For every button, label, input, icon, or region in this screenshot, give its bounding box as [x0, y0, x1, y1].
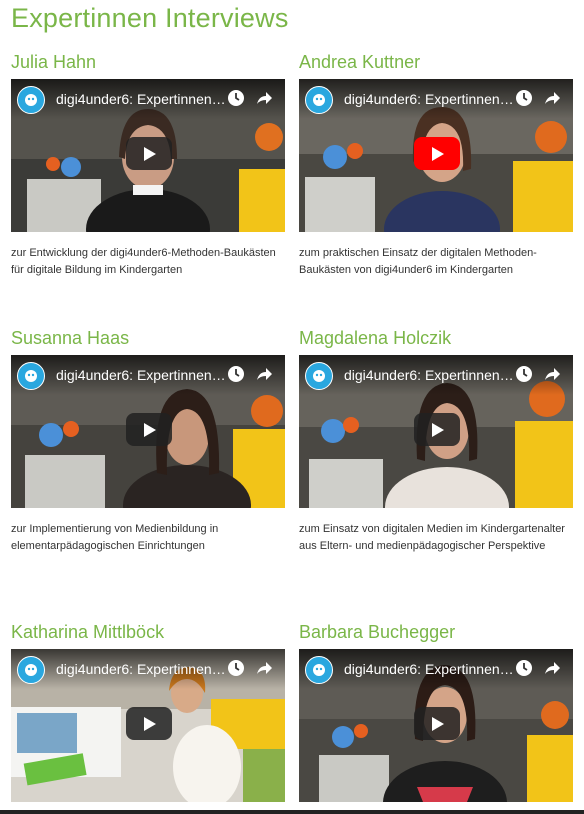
digi4under6-channel-logo-icon[interactable]	[305, 86, 333, 114]
share-arrow-icon[interactable]	[543, 659, 561, 677]
interview-description: zur Implementierung von Medienbildung in…	[11, 523, 219, 552]
video-player[interactable]: digi4under6: Expertinnen-...	[299, 79, 573, 232]
video-title[interactable]: digi4under6: Expertinnen-...	[344, 367, 514, 383]
interviewee-name: Susanna Haas	[11, 328, 130, 348]
clock-icon[interactable]	[227, 365, 245, 383]
video-player[interactable]: digi4under6: Expertinnen-...	[299, 355, 573, 508]
play-icon[interactable]	[126, 707, 172, 740]
digi4under6-channel-logo-icon[interactable]	[17, 86, 45, 114]
interviewee-name: Julia Hahn	[11, 52, 97, 72]
video-title[interactable]: digi4under6: Expertinnen-...	[56, 367, 226, 383]
clock-icon[interactable]	[227, 659, 245, 677]
play-icon[interactable]	[126, 413, 172, 446]
page-bottom-divider	[0, 810, 584, 814]
interviewee-name: Magdalena Holczik	[299, 328, 452, 348]
interviewee-name: Barbara Buchegger	[299, 622, 456, 642]
video-player[interactable]: digi4under6: Expertinnen-...	[11, 649, 285, 802]
interview-description: zur Entwicklung der digi4under6-Methoden…	[11, 247, 276, 276]
video-player[interactable]: digi4under6: Expertinnen-...	[11, 355, 285, 508]
video-player[interactable]: digi4under6: Expertinnen-...	[11, 79, 285, 232]
interview-description: zum Einsatz von digitalen Medien im Kind…	[299, 523, 565, 552]
page-title: Expertinnen Interviews	[11, 3, 289, 33]
share-arrow-icon[interactable]	[543, 365, 561, 383]
play-icon[interactable]	[414, 707, 460, 740]
digi4under6-channel-logo-icon[interactable]	[17, 362, 45, 390]
clock-icon[interactable]	[515, 89, 533, 107]
share-arrow-icon[interactable]	[255, 659, 273, 677]
interviewee-name: Katharina Mittlböck	[11, 622, 165, 642]
video-player[interactable]: digi4under6: Expertinnen-...	[299, 649, 573, 802]
play-icon[interactable]	[126, 137, 172, 170]
digi4under6-channel-logo-icon[interactable]	[305, 656, 333, 684]
clock-icon[interactable]	[227, 89, 245, 107]
clock-icon[interactable]	[515, 365, 533, 383]
video-title[interactable]: digi4under6: Expertinnen-...	[344, 661, 514, 677]
video-title[interactable]: digi4under6: Expertinnen-...	[56, 91, 226, 107]
video-title[interactable]: digi4under6: Expertinnen-...	[344, 91, 514, 107]
share-arrow-icon[interactable]	[255, 365, 273, 383]
digi4under6-channel-logo-icon[interactable]	[17, 656, 45, 684]
share-arrow-icon[interactable]	[543, 89, 561, 107]
interviewee-name: Andrea Kuttner	[299, 52, 421, 72]
video-title[interactable]: digi4under6: Expertinnen-...	[56, 661, 226, 677]
play-icon[interactable]	[414, 137, 460, 170]
digi4under6-channel-logo-icon[interactable]	[305, 362, 333, 390]
play-icon[interactable]	[414, 413, 460, 446]
share-arrow-icon[interactable]	[255, 89, 273, 107]
clock-icon[interactable]	[515, 659, 533, 677]
interview-description: zum praktischen Einsatz der digitalen Me…	[299, 247, 537, 276]
